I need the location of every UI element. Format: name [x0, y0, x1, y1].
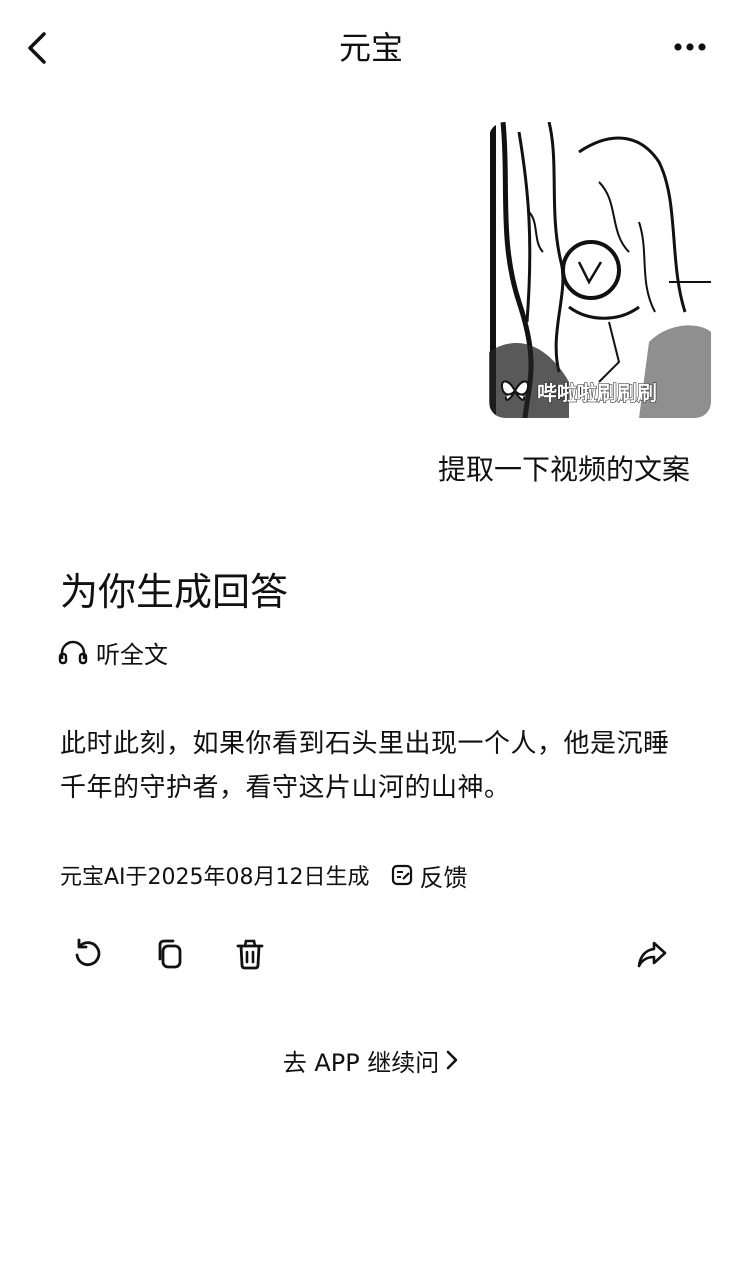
headphones-icon [58, 640, 88, 665]
feedback-button[interactable]: 反馈 [390, 858, 468, 893]
user-message: 提取一下视频的文案 [437, 453, 690, 486]
feedback-edit-icon [391, 864, 412, 886]
watermark-text: 哔啦啦刷刷刷 [537, 380, 658, 405]
continue-label: 去 APP 继续问 [282, 1048, 440, 1077]
regenerate-button[interactable] [66, 932, 110, 976]
page-title: 元宝 [338, 29, 403, 67]
more-button[interactable] [668, 30, 716, 64]
copy-icon [158, 939, 182, 969]
feedback-label: 反馈 [419, 863, 468, 892]
listen-label: 听全文 [96, 640, 168, 669]
answer-title: 为你生成回答 [60, 570, 289, 614]
listen-full-text-button[interactable]: 听全文 [58, 634, 168, 670]
generated-info: 元宝AI于2025年08月12日生成 [60, 865, 370, 890]
video-watermark: 哔啦啦刷刷刷 [499, 374, 658, 408]
delete-button[interactable] [228, 932, 272, 976]
butterfly-logo-icon [500, 380, 530, 401]
trash-icon [236, 939, 264, 970]
share-button[interactable] [630, 932, 674, 976]
more-horizontal-icon [674, 43, 706, 51]
answer-text: 此时此刻，如果你看到石头里出现一个人，他是沉睡千年的守护者，看守这片山河的山神。 [60, 729, 670, 803]
continue-in-app-link[interactable]: 去 APP 继续问 [0, 1040, 742, 1080]
share-icon [637, 941, 667, 968]
chevron-right-icon [447, 1050, 458, 1070]
answer-meta: 元宝AI于2025年08月12日生成 反馈 [60, 856, 468, 894]
refresh-icon [75, 938, 101, 967]
copy-button[interactable] [148, 932, 192, 976]
